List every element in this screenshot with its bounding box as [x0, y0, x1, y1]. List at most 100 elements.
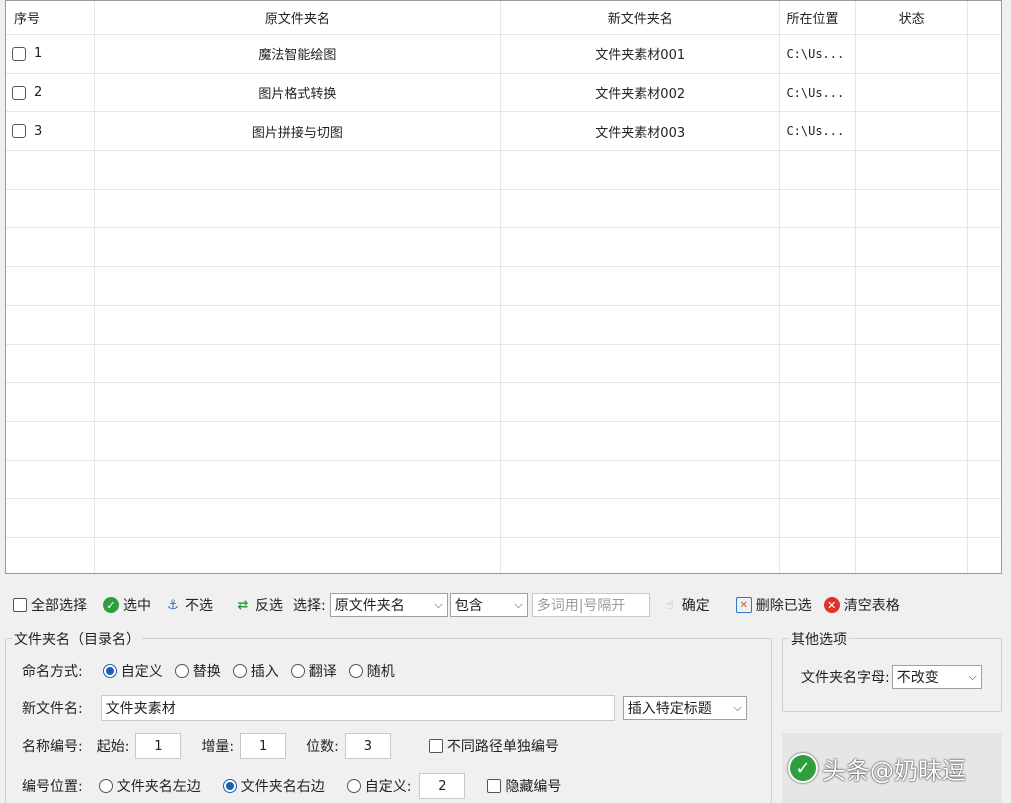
row-index: 1 — [34, 46, 43, 62]
radio-selected[interactable] — [222, 779, 237, 793]
row-location: C:\Us... — [780, 112, 857, 151]
clear-x-icon: ✕ — [823, 597, 840, 613]
increment-input[interactable]: 1 — [240, 733, 287, 759]
clear-table-label: 清空表格 — [843, 598, 900, 614]
radio[interactable] — [98, 779, 113, 793]
insert-title-value: 插入特定标题 — [627, 701, 712, 717]
row-new-name: 文件夹素材002 — [501, 73, 781, 112]
match-select[interactable]: 包含 ⌵ — [449, 593, 528, 617]
table-row[interactable]: 3 图片拼接与切图 文件夹素材003 C:\Us... — [6, 112, 1001, 152]
naming-method-row: 命名方式: 自定义 替换 插入 翻译 随机 — [22, 661, 407, 681]
delete-selected-button[interactable]: ✕ 删除已选 — [735, 595, 812, 615]
empty-row — [6, 189, 1001, 229]
file-table[interactable]: 序号 原文件夹名 新文件夹名 所在位置 状态 1 魔法智能绘图 文件夹素材001… — [5, 0, 1002, 574]
row-checkbox[interactable] — [12, 46, 26, 61]
separate-path-checkbox[interactable]: 不同路径单独编号 — [428, 736, 559, 756]
header-location[interactable]: 所在位置 — [780, 1, 857, 34]
invert-button[interactable]: ⇄ 反选 — [235, 595, 283, 615]
new-name-input[interactable]: 文件夹素材 — [100, 695, 615, 721]
row-index: 3 — [34, 123, 43, 139]
case-select[interactable]: 不改变 ⌵ — [891, 665, 982, 689]
position-option-right[interactable]: 文件夹名右边 — [222, 776, 325, 796]
select-all-checkbox[interactable]: 全部选择 — [13, 595, 87, 615]
chevron-down-icon: ⌵ — [514, 598, 523, 611]
check-badge-icon: ✓ — [788, 753, 818, 783]
table-body: 1 魔法智能绘图 文件夹素材001 C:\Us... 2 图片格式转换 文件夹素… — [6, 35, 1001, 573]
header-extra — [968, 1, 1001, 34]
folder-name-group: 文件夹名（目录名） 命名方式: 自定义 替换 插入 翻译 随机 新文件名: 文件… — [5, 629, 772, 803]
selection-toolbar: 全部选择 ✓ 选中 ⚓ 不选 ⇄ 反选 选择: 原文件夹名 ⌵ 包含 ⌵ 多词用… — [5, 586, 1002, 624]
field-select-value: 原文件夹名 — [334, 598, 405, 614]
row-original-name: 魔法智能绘图 — [95, 35, 501, 73]
row-checkbox[interactable] — [12, 85, 26, 100]
row-index: 2 — [34, 85, 43, 101]
numbering-row: 名称编号: 起始: 1 增量: 1 位数: 3 不同路径单独编号 — [22, 733, 571, 759]
anchor-icon: ⚓ — [167, 597, 179, 613]
clear-table-button[interactable]: ✕ 清空表格 — [823, 595, 900, 615]
invert-arrows-icon: ⇄ — [237, 597, 249, 613]
empty-row — [6, 151, 1001, 190]
increment-label: 增量: — [201, 739, 235, 755]
empty-row — [6, 267, 1001, 306]
radio-selected[interactable] — [102, 664, 117, 678]
row-location: C:\Us... — [780, 73, 857, 112]
start-input[interactable]: 1 — [135, 733, 182, 759]
confirm-button[interactable]: ☝ 确定 — [662, 595, 710, 615]
select-all-label: 全部选择 — [31, 598, 87, 614]
header-original-name[interactable]: 原文件夹名 — [95, 1, 502, 34]
naming-option-insert[interactable]: 插入 — [232, 661, 279, 681]
checkbox[interactable] — [487, 779, 502, 793]
table-row[interactable]: 2 图片格式转换 文件夹素材002 C:\Us... — [6, 73, 1001, 113]
naming-option-random[interactable]: 随机 — [348, 661, 395, 681]
confirm-label: 确定 — [681, 598, 710, 614]
table-header: 序号 原文件夹名 新文件夹名 所在位置 状态 — [6, 1, 1001, 35]
numbering-label: 名称编号: — [22, 739, 83, 755]
field-select[interactable]: 原文件夹名 ⌵ — [329, 593, 448, 617]
select-all-box[interactable] — [13, 598, 27, 612]
row-new-name: 文件夹素材001 — [501, 35, 781, 73]
pointing-hand-icon: ☝ — [665, 597, 674, 613]
new-name-row: 新文件名: 文件夹素材 插入特定标题 ⌵ — [22, 695, 747, 721]
row-new-name: 文件夹素材003 — [501, 112, 781, 151]
watermark: ✓ 头条@奶昧逗 — [782, 733, 1002, 803]
case-row: 文件夹名字母: 不改变 ⌵ — [801, 665, 982, 689]
radio[interactable] — [174, 664, 189, 678]
naming-option-custom[interactable]: 自定义 — [102, 661, 163, 681]
delete-selected-label: 删除已选 — [755, 598, 812, 614]
select-label: 选中 — [123, 598, 151, 614]
radio[interactable] — [348, 664, 363, 678]
empty-row — [6, 460, 1001, 500]
chevron-down-icon: ⌵ — [968, 670, 977, 683]
select-button[interactable]: ✓ 选中 — [103, 595, 151, 615]
position-option-left[interactable]: 文件夹名左边 — [98, 776, 201, 796]
folder-name-legend: 文件夹名（目录名） — [12, 629, 142, 649]
match-select-value: 包含 — [454, 598, 483, 614]
naming-option-replace[interactable]: 替换 — [174, 661, 221, 681]
new-name-label: 新文件名: — [22, 701, 83, 717]
digits-input[interactable]: 3 — [344, 733, 391, 759]
checkbox[interactable] — [428, 739, 443, 753]
naming-option-translate[interactable]: 翻译 — [290, 661, 337, 681]
position-option-custom[interactable]: 自定义: — [346, 776, 411, 796]
radio[interactable] — [290, 664, 305, 678]
header-index[interactable]: 序号 — [6, 1, 95, 34]
case-label: 文件夹名字母: — [801, 670, 890, 686]
empty-row — [6, 421, 1001, 461]
case-select-value: 不改变 — [896, 670, 939, 686]
header-new-name[interactable]: 新文件夹名 — [501, 1, 781, 34]
keywords-input[interactable]: 多词用|号隔开 — [531, 593, 650, 617]
table-row[interactable]: 1 魔法智能绘图 文件夹素材001 C:\Us... — [6, 35, 1001, 74]
custom-position-input[interactable]: 2 — [419, 773, 466, 799]
radio[interactable] — [346, 779, 361, 793]
hide-number-checkbox[interactable]: 隐藏编号 — [487, 776, 561, 796]
row-status — [856, 35, 969, 73]
header-status[interactable]: 状态 — [856, 1, 969, 34]
deselect-button[interactable]: ⚓ 不选 — [165, 595, 213, 615]
insert-title-select[interactable]: 插入特定标题 ⌵ — [622, 696, 747, 720]
start-label: 起始: — [96, 739, 130, 755]
row-checkbox[interactable] — [12, 124, 26, 139]
delete-window-icon: ✕ — [735, 597, 752, 613]
empty-row — [6, 383, 1001, 422]
radio[interactable] — [232, 664, 247, 678]
naming-method-label: 命名方式: — [22, 664, 83, 680]
